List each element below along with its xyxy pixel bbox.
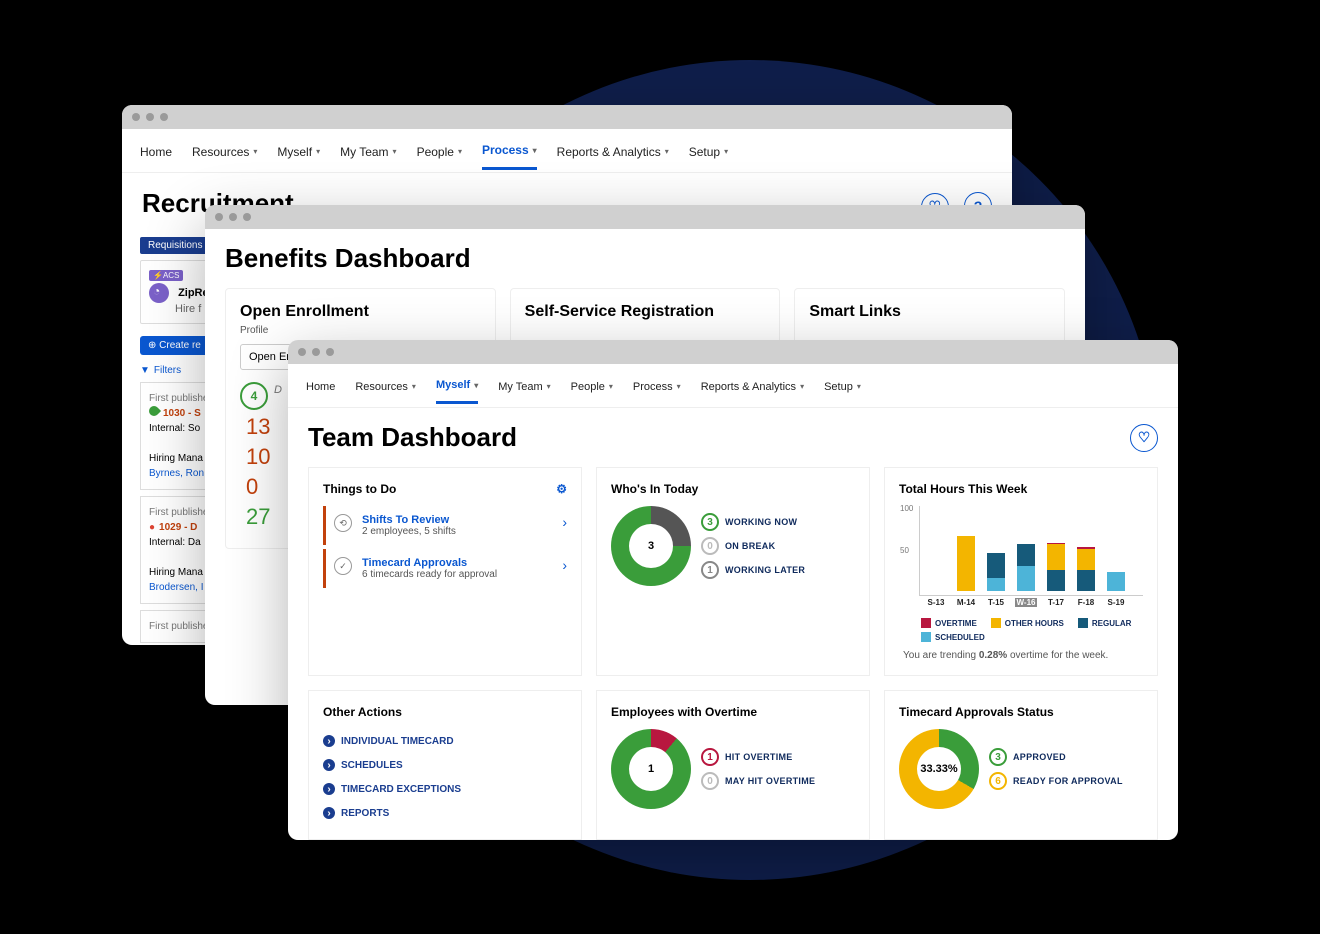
- tab-requisitions[interactable]: Requisitions: [140, 237, 210, 254]
- total-hours-card: Total Hours This Week 100 50 S-13M-14T-1…: [884, 467, 1158, 676]
- nav-home[interactable]: Home: [306, 381, 335, 403]
- chevron-right-icon: ›: [562, 557, 567, 573]
- nav-home[interactable]: Home: [140, 145, 172, 169]
- who-in-card: Who's In Today 3WORKING NOW0ON BREAK1WOR…: [596, 467, 870, 676]
- nav-process[interactable]: Process▾: [633, 381, 681, 403]
- heart-icon[interactable]: ♡: [1130, 424, 1158, 452]
- hours-bar-chart: 100 50 S-13M-14T-15W-16T-17F-18S-19: [919, 506, 1143, 596]
- trend-text: You are trending 0.28% overtime for the …: [903, 650, 1143, 661]
- nav-people[interactable]: People▾: [417, 145, 462, 169]
- nav-resources[interactable]: Resources▾: [355, 381, 416, 403]
- nav-myself[interactable]: Myself▾: [277, 145, 320, 169]
- manager-link[interactable]: Byrnes, Ron: [149, 468, 204, 479]
- nav-setup[interactable]: Setup▾: [689, 145, 728, 169]
- filter-icon: ▼: [140, 365, 150, 376]
- nav: Home Resources▾ Myself▾ My Team▾ People▾…: [288, 364, 1178, 408]
- overtime-donut: [611, 729, 691, 809]
- window-team-dashboard: Home Resources▾ Myself▾ My Team▾ People▾…: [288, 340, 1178, 840]
- nav-myself[interactable]: Myself▾: [436, 379, 478, 404]
- requisition-id: 1029 - D: [149, 522, 197, 533]
- check-icon: ✓: [334, 557, 352, 575]
- other-action-link[interactable]: SCHEDULES: [323, 753, 567, 777]
- nav-reports[interactable]: Reports & Analytics▾: [701, 381, 804, 403]
- other-action-link[interactable]: REPORTS: [323, 801, 567, 825]
- employees-overtime-card: Employees with Overtime 1HIT OVERTIME0MA…: [596, 690, 870, 840]
- acs-badge: ⚡ACS: [149, 270, 183, 281]
- nav-process[interactable]: Process▾: [482, 143, 537, 170]
- page-title: Team Dashboard: [308, 422, 517, 453]
- things-to-do-card: Things to Do⚙ ⟲ Shifts To Review2 employ…: [308, 467, 582, 676]
- who-legend: 3WORKING NOW0ON BREAK1WORKING LATER: [701, 507, 805, 585]
- who-in-donut: [611, 506, 691, 586]
- nav-myteam[interactable]: My Team▾: [340, 145, 396, 169]
- todo-timecards[interactable]: ✓ Timecard Approvals6 timecards ready fo…: [323, 549, 567, 588]
- approval-donut: [899, 729, 979, 809]
- count-badge: 4: [240, 382, 268, 410]
- titlebar: [288, 340, 1178, 364]
- chevron-right-icon: ›: [562, 514, 567, 530]
- nav-resources[interactable]: Resources▾: [192, 145, 257, 169]
- nav-reports[interactable]: Reports & Analytics▾: [557, 145, 669, 169]
- gear-icon[interactable]: ⚙: [556, 482, 567, 496]
- nav-setup[interactable]: Setup▾: [824, 381, 861, 403]
- requisition-id: 1030 - S: [149, 408, 201, 419]
- timecard-status-card: Timecard Approvals Status 3APPROVED6READ…: [884, 690, 1158, 840]
- other-actions-card: Other Actions INDIVIDUAL TIMECARDSCHEDUL…: [308, 690, 582, 840]
- create-requisition-button[interactable]: ⊕ Create re: [140, 336, 209, 355]
- nav: Home Resources▾ Myself▾ My Team▾ People▾…: [122, 129, 1012, 173]
- other-action-link[interactable]: TIMECARD EXCEPTIONS: [323, 777, 567, 801]
- bar-legend: OVERTIMEOTHER HOURSREGULARSCHEDULED: [921, 618, 1143, 642]
- other-action-link[interactable]: INDIVIDUAL TIMECARD: [323, 729, 567, 753]
- todo-shifts[interactable]: ⟲ Shifts To Review2 employees, 5 shifts …: [323, 506, 567, 545]
- nav-people[interactable]: People▾: [571, 381, 613, 403]
- link-icon: ⟲: [334, 514, 352, 532]
- page-title-row: Team Dashboard ♡: [288, 408, 1178, 467]
- gauge-icon: [149, 283, 169, 303]
- titlebar: [122, 105, 1012, 129]
- page-title: Benefits Dashboard: [205, 229, 1085, 288]
- zip-sub: Hire f: [175, 303, 201, 315]
- nav-myteam[interactable]: My Team▾: [498, 381, 550, 403]
- titlebar: [205, 205, 1085, 229]
- manager-link[interactable]: Brodersen, I: [149, 582, 203, 593]
